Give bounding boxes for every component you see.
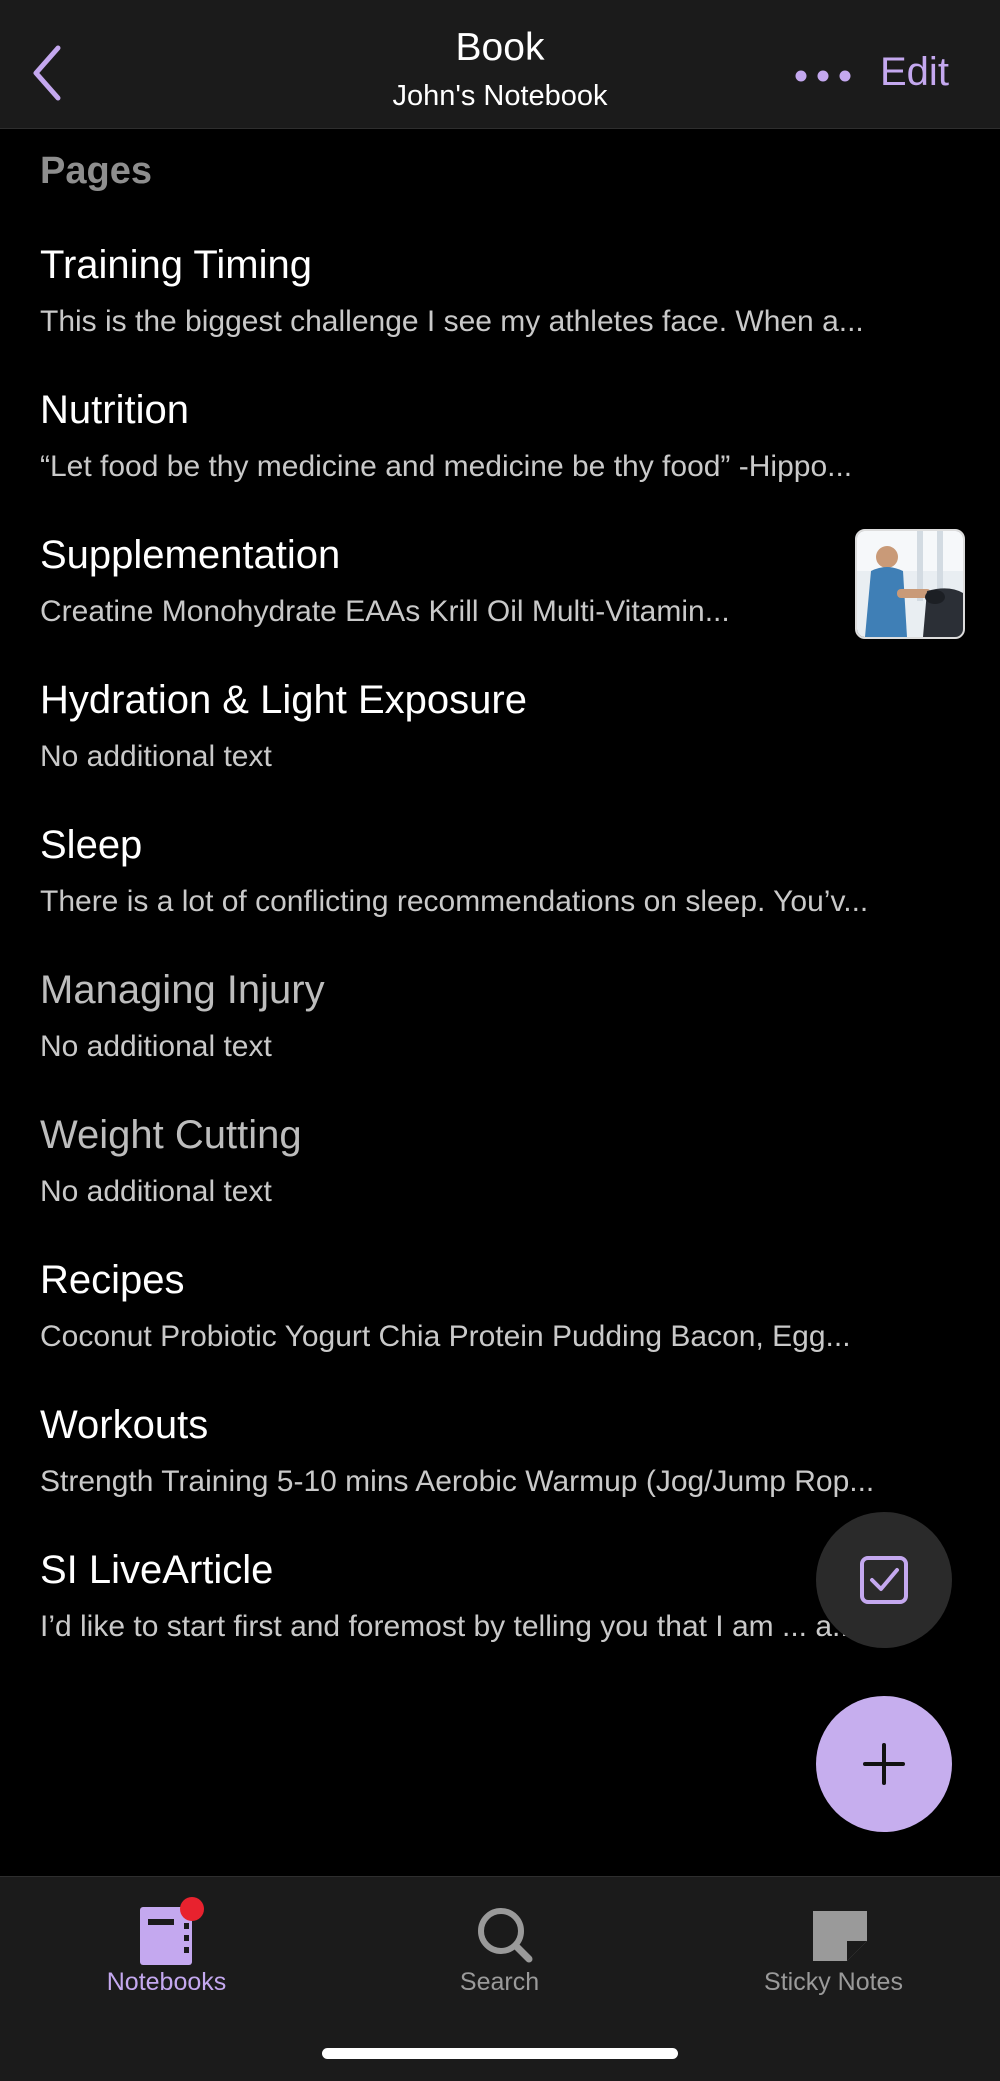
page-item-sleep[interactable]: Sleep There is a lot of conflicting reco… bbox=[0, 815, 1000, 960]
page-item-hydration[interactable]: Hydration & Light Exposure No additional… bbox=[0, 670, 1000, 815]
notebook-icon bbox=[140, 1897, 204, 1965]
checkbox-icon bbox=[860, 1556, 908, 1604]
page-item-supplementation[interactable]: Supplementation Creatine Monohydrate EAA… bbox=[0, 525, 1000, 670]
page-item-title: Hydration & Light Exposure bbox=[40, 678, 527, 722]
add-page-button[interactable] bbox=[816, 1696, 952, 1832]
page-thumbnail-image bbox=[855, 529, 965, 639]
navigation-header: Book John's Notebook Edit bbox=[0, 0, 1000, 129]
tab-sticky-notes[interactable]: Sticky Notes bbox=[667, 1877, 1000, 2027]
section-label: Pages bbox=[40, 150, 152, 192]
page-item-preview: Creatine Monohydrate EAAs Krill Oil Mult… bbox=[40, 595, 730, 628]
plus-icon bbox=[863, 1743, 905, 1785]
page-item-preview: No additional text bbox=[40, 740, 272, 773]
sticky-note-icon bbox=[813, 1911, 867, 1961]
page-item-recipes[interactable]: Recipes Coconut Probiotic Yogurt Chia Pr… bbox=[0, 1250, 1000, 1395]
page-item-title: Supplementation bbox=[40, 533, 341, 577]
notification-badge bbox=[180, 1897, 204, 1921]
page-item-preview: No additional text bbox=[40, 1175, 272, 1208]
page-item-title: Sleep bbox=[40, 823, 143, 867]
page-item-preview: No additional text bbox=[40, 1030, 272, 1063]
tab-label: Notebooks bbox=[106, 1968, 227, 1996]
home-indicator bbox=[322, 2048, 678, 2059]
page-item-weight-cutting[interactable]: Weight Cutting No additional text bbox=[0, 1105, 1000, 1250]
page-item-title: Managing Injury bbox=[40, 968, 325, 1012]
page-item-title: SI LiveArticle bbox=[40, 1548, 274, 1592]
edit-button[interactable]: Edit bbox=[880, 50, 949, 95]
search-icon bbox=[478, 1908, 533, 1963]
page-item-nutrition[interactable]: Nutrition “Let food be thy medicine and … bbox=[0, 380, 1000, 525]
page-item-training-timing[interactable]: Training Timing This is the biggest chal… bbox=[0, 235, 1000, 380]
ellipsis-icon bbox=[795, 70, 851, 82]
tab-label: Sticky Notes bbox=[764, 1968, 903, 1996]
page-item-title: Training Timing bbox=[40, 243, 312, 287]
checklist-button[interactable] bbox=[816, 1512, 952, 1648]
page-item-title: Weight Cutting bbox=[40, 1113, 302, 1157]
page-item-preview: Strength Training 5-10 mins Aerobic Warm… bbox=[40, 1465, 875, 1498]
tab-label: Search bbox=[459, 1968, 540, 1996]
page-item-preview: Coconut Probiotic Yogurt Chia Protein Pu… bbox=[40, 1320, 851, 1353]
page-item-managing-injury[interactable]: Managing Injury No additional text bbox=[0, 960, 1000, 1105]
page-item-preview: There is a lot of conflicting recommenda… bbox=[40, 885, 869, 918]
page-item-title: Recipes bbox=[40, 1258, 185, 1302]
page-item-title: Workouts bbox=[40, 1403, 209, 1447]
tab-search[interactable]: Search bbox=[333, 1877, 666, 2027]
more-options-button[interactable] bbox=[790, 52, 856, 100]
page-item-preview: This is the biggest challenge I see my a… bbox=[40, 305, 864, 338]
page-item-title: Nutrition bbox=[40, 388, 189, 432]
tab-notebooks[interactable]: Notebooks bbox=[0, 1877, 333, 2027]
page-item-preview: “Let food be thy medicine and medicine b… bbox=[40, 450, 853, 483]
page-list: Training Timing This is the biggest chal… bbox=[0, 235, 1000, 1685]
